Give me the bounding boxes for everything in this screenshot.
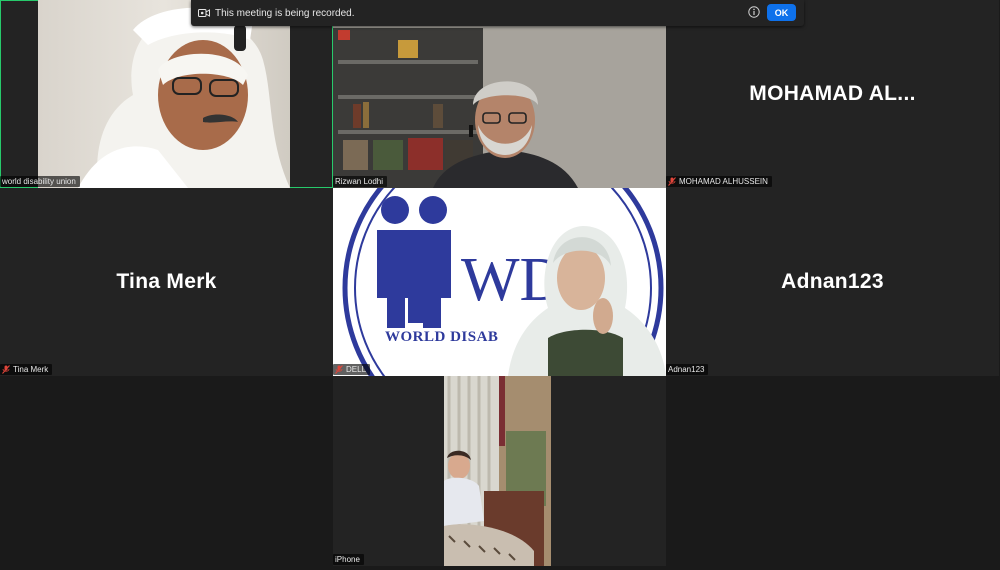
participant-name-label: MOHAMAD ALHUSSEIN xyxy=(666,176,772,187)
world-disability-union-logo: WDU xyxy=(342,188,666,376)
participant-name-label: DELL xyxy=(333,364,371,375)
participant-name: Rizwan Lodhi xyxy=(335,177,384,186)
meeting-gallery: world disability union Rizwan Lodhi MOHA… xyxy=(0,0,1000,570)
participant-tile-iphone[interactable]: iPhone xyxy=(333,376,666,566)
muted-mic-icon xyxy=(335,365,343,374)
participant-video xyxy=(333,0,666,188)
participant-name-label: Adnan123 xyxy=(666,364,709,375)
participant-tile-adnan123[interactable]: Adnan123 Adnan123 xyxy=(666,188,999,376)
participant-name: iPhone xyxy=(335,555,360,564)
participant-big-name: MOHAMAD AL... xyxy=(749,82,916,105)
participant-name: world disability union xyxy=(2,177,76,186)
recording-message: This meeting is being recorded. xyxy=(215,7,355,19)
participant-name: MOHAMAD ALHUSSEIN xyxy=(679,177,768,186)
participant-big-name: Tina Merk xyxy=(116,270,217,293)
participant-tile-rizwan-lodhi[interactable]: Rizwan Lodhi xyxy=(333,0,666,188)
recording-notification-banner: This meeting is being recorded. OK xyxy=(191,0,804,26)
participant-name-label: Tina Merk xyxy=(0,364,53,375)
participant-name-label: Rizwan Lodhi xyxy=(333,176,388,187)
participant-big-name: Adnan123 xyxy=(781,270,884,293)
participant-name: Adnan123 xyxy=(668,365,705,374)
muted-mic-icon xyxy=(668,177,676,186)
info-circle-icon[interactable] xyxy=(748,6,760,18)
muted-mic-icon xyxy=(2,365,10,374)
ok-button[interactable]: OK xyxy=(767,4,796,21)
participant-video xyxy=(444,376,551,566)
participant-tile-mohamad-alhussein[interactable]: MOHAMAD AL... MOHAMAD ALHUSSEIN xyxy=(666,0,999,188)
participant-name-label: iPhone xyxy=(333,554,364,565)
participant-name-label: world disability union xyxy=(0,176,80,187)
participant-tile-tina-merk[interactable]: Tina Merk Tina Merk xyxy=(0,188,333,376)
participant-tile-dell[interactable]: WDU WORLD DISAB DELL xyxy=(333,188,666,376)
participant-name: DELL xyxy=(346,365,367,374)
logo-background-text: WORLD DISAB xyxy=(385,329,499,345)
recording-camera-icon xyxy=(198,9,210,17)
participant-name: Tina Merk xyxy=(13,365,49,374)
participant-video xyxy=(38,0,290,188)
participant-tile-world-disability-union[interactable]: world disability union xyxy=(0,0,333,188)
participant-video: WDU WORLD DISAB xyxy=(333,188,666,376)
